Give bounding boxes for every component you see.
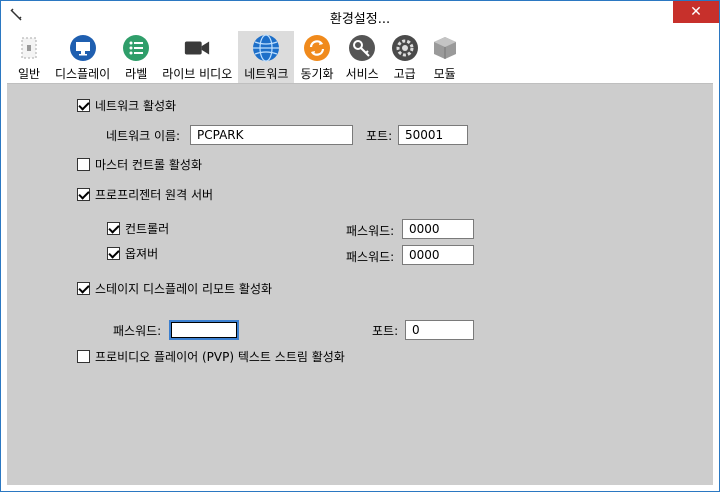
gear-icon [391,34,419,62]
controller-label: 컨트롤러 [125,221,170,236]
key-icon [348,34,376,62]
tab-label: 디스플레이 [55,67,111,81]
master-control-checkbox[interactable] [77,157,90,171]
window-title: 환경설정... [329,12,391,27]
title-bar: 환경설정... ✕ [1,1,719,31]
stage-port-label: 포트: [372,324,399,338]
monitor-icon [69,34,97,62]
tab-sync[interactable]: 동기화 [294,31,339,83]
sync-icon [303,34,331,62]
network-port-input[interactable] [398,125,468,145]
tab-label: 모듈 [433,67,456,81]
observer-label: 옵져버 [125,246,159,261]
preferences-window: 환경설정... ✕ 일반 디스플레이 라벨 라이브 비디오 네트워크 동기화 서… [0,0,720,492]
network-port-label: 포트: [366,129,393,143]
tab-general[interactable]: 일반 [9,31,49,83]
master-control-label: 마스터 컨트롤 활성화 [95,157,202,172]
observer-checkbox[interactable] [107,246,120,260]
network-name-label: 네트워크 이름: [106,129,181,143]
tab-label: 고급 [393,67,416,81]
tab-label-settings[interactable]: 라벨 [116,31,156,83]
pvp-stream-checkbox[interactable] [77,349,90,363]
propresenter-remote-label: 프로프리젠터 원격 서버 [95,187,214,202]
network-name-input[interactable] [190,125,353,145]
camera-icon [183,34,211,62]
network-settings-panel: 네트워크 활성화 네트워크 이름: 포트: 마스터 컨트롤 활성화 프로프리젠터… [7,83,713,485]
tab-network[interactable]: 네트워크 [238,31,295,83]
globe-icon [252,34,280,62]
tab-modules[interactable]: 모듈 [425,31,465,83]
propresenter-remote-row[interactable]: 프로프리젠터 원격 서버 [77,185,213,203]
tab-label: 일반 [17,67,41,81]
stage-password-label: 패스워드: [113,324,162,338]
tab-label: 라벨 [125,67,148,81]
close-button[interactable]: ✕ [673,1,719,23]
tab-label: 라이브 비디오 [162,67,233,81]
tab-live-video[interactable]: 라이브 비디오 [156,31,238,83]
toolbar: 일반 디스플레이 라벨 라이브 비디오 네트워크 동기화 서비스 고급 모듈 [1,31,719,83]
controller-password-label: 패스워드: [346,224,395,238]
general-icon [15,34,43,62]
network-enable-checkbox[interactable] [77,98,90,112]
stage-port-input[interactable] [405,320,474,340]
controller-checkbox[interactable] [107,221,120,235]
observer-row[interactable]: 옵져버 [107,244,158,262]
master-control-row[interactable]: 마스터 컨트롤 활성화 [77,155,202,173]
stage-remote-label: 스테이지 디스플레이 리모트 활성화 [95,281,273,296]
stage-remote-checkbox[interactable] [77,281,90,295]
controller-row[interactable]: 컨트롤러 [107,219,169,237]
tab-advanced[interactable]: 고급 [385,31,425,83]
tab-label: 네트워크 [244,67,289,81]
observer-password-input[interactable] [402,245,474,265]
tab-services[interactable]: 서비스 [340,31,385,83]
pvp-stream-row[interactable]: 프로비디오 플레이어 (PVP) 텍스트 스트림 활성화 [77,347,345,365]
cube-icon [431,34,459,62]
list-icon [122,34,150,62]
pvp-stream-label: 프로비디오 플레이어 (PVP) 텍스트 스트림 활성화 [95,349,345,364]
tab-label: 서비스 [345,67,379,81]
network-enable-row[interactable]: 네트워크 활성화 [77,96,176,114]
tab-display[interactable]: 디스플레이 [49,31,116,83]
propresenter-remote-checkbox[interactable] [77,187,90,201]
observer-password-label: 패스워드: [346,250,395,264]
stage-remote-row[interactable]: 스테이지 디스플레이 리모트 활성화 [77,279,272,297]
stage-password-input[interactable] [169,320,239,340]
network-enable-label: 네트워크 활성화 [95,98,177,113]
tab-label: 동기화 [300,67,334,81]
controller-password-input[interactable] [402,219,474,239]
